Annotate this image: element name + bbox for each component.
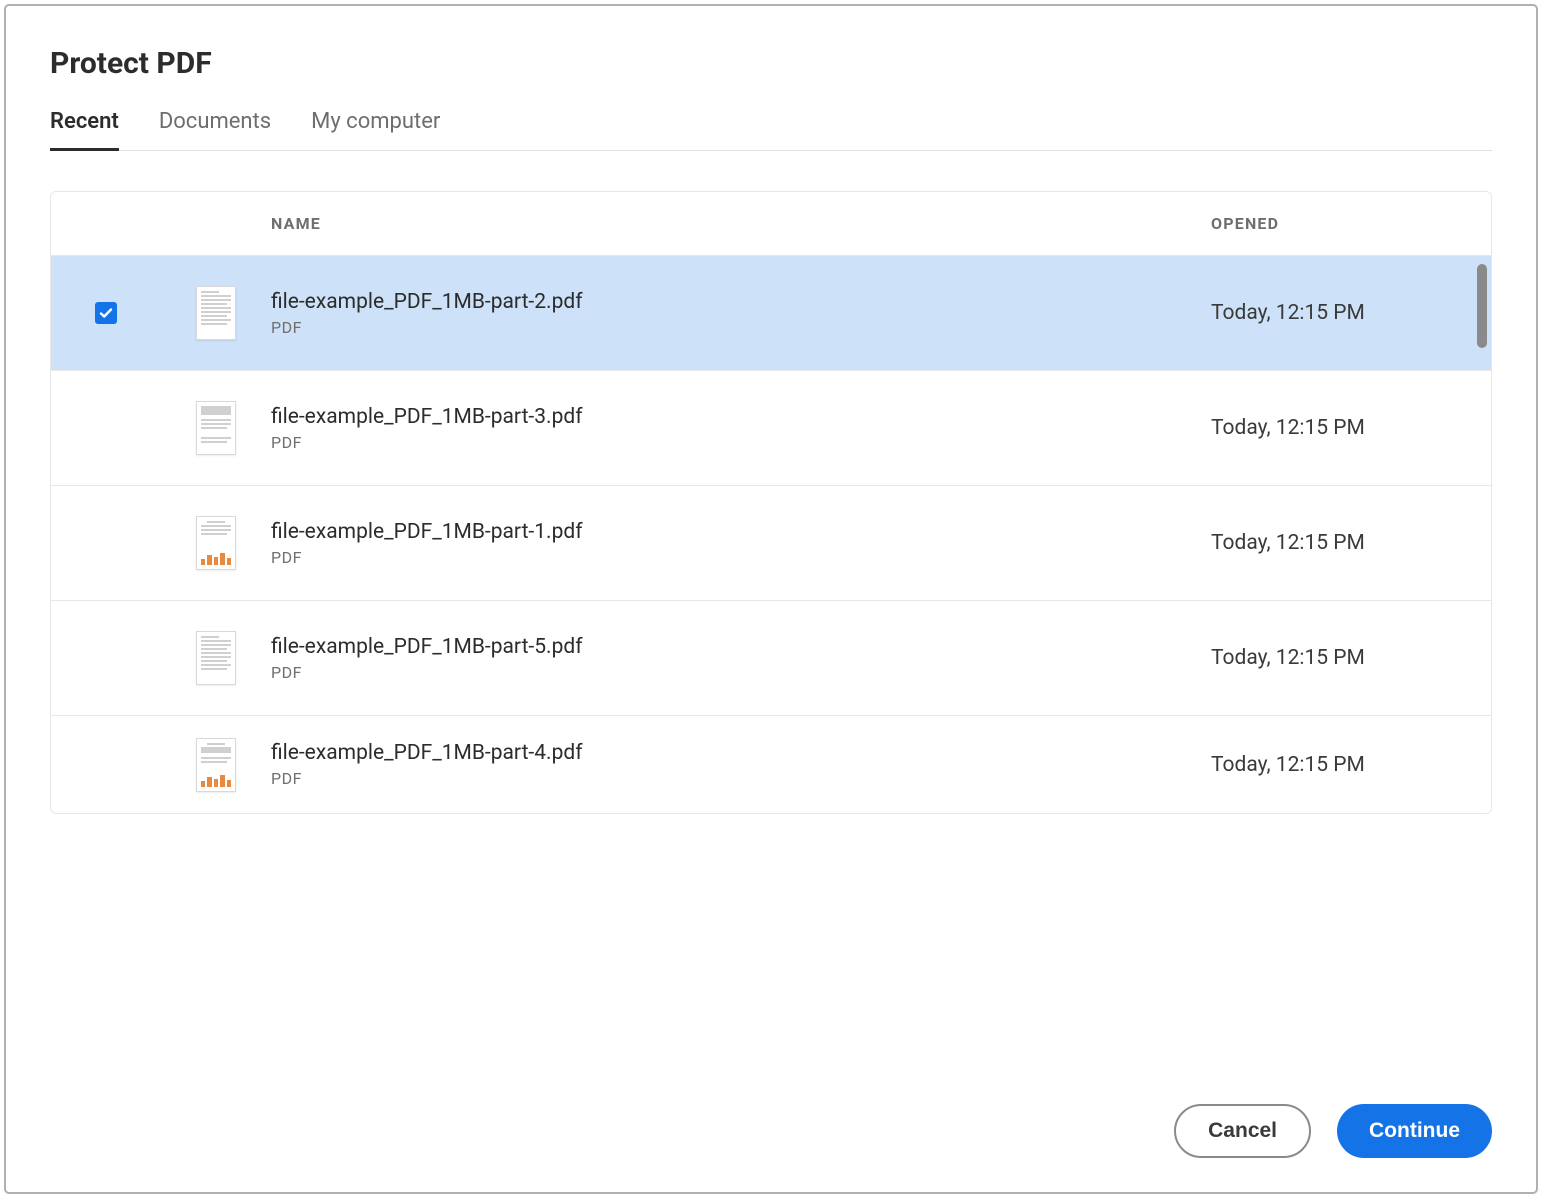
- tab-recent[interactable]: Recent: [50, 109, 119, 151]
- file-row[interactable]: file-example_PDF_1MB-part-3.pdf PDF Toda…: [51, 370, 1491, 485]
- file-row[interactable]: file-example_PDF_1MB-part-5.pdf PDF Toda…: [51, 600, 1491, 715]
- tab-bar: Recent Documents My computer: [50, 109, 1492, 151]
- file-opened: Today, 12:15 PM: [1211, 416, 1491, 440]
- file-name: file-example_PDF_1MB-part-5.pdf: [271, 635, 1211, 659]
- file-thumbnail-icon: [196, 516, 236, 570]
- file-type: PDF: [271, 663, 1211, 682]
- dialog-footer: Cancel Continue: [50, 1074, 1492, 1158]
- file-thumbnail-icon: [196, 738, 236, 792]
- file-row[interactable]: file-example_PDF_1MB-part-4.pdf PDF Toda…: [51, 715, 1491, 813]
- check-icon: [98, 305, 114, 321]
- file-name: file-example_PDF_1MB-part-2.pdf: [271, 290, 1211, 314]
- file-thumbnail-icon: [196, 631, 236, 685]
- opened-column-header: OPENED: [1211, 214, 1279, 233]
- file-table: NAME OPENED file-example_PDF_1MB-part-2.…: [50, 191, 1492, 814]
- table-header: NAME OPENED: [51, 192, 1491, 255]
- file-type: PDF: [271, 433, 1211, 452]
- file-row[interactable]: file-example_PDF_1MB-part-2.pdf PDF Toda…: [51, 255, 1491, 370]
- file-checkbox[interactable]: [95, 302, 117, 324]
- file-opened: Today, 12:15 PM: [1211, 301, 1491, 325]
- file-opened: Today, 12:15 PM: [1211, 753, 1491, 777]
- file-type: PDF: [271, 548, 1211, 567]
- file-thumbnail-icon: [196, 401, 236, 455]
- dialog-title: Protect PDF: [50, 46, 1492, 81]
- file-opened: Today, 12:15 PM: [1211, 646, 1491, 670]
- name-column-header: NAME: [271, 214, 321, 233]
- file-type: PDF: [271, 318, 1211, 337]
- file-thumbnail-icon: [196, 286, 236, 340]
- protect-pdf-dialog: Protect PDF Recent Documents My computer…: [4, 4, 1538, 1194]
- file-name: file-example_PDF_1MB-part-3.pdf: [271, 405, 1211, 429]
- continue-button[interactable]: Continue: [1337, 1104, 1492, 1158]
- file-type: PDF: [271, 769, 1211, 788]
- tab-documents[interactable]: Documents: [159, 109, 271, 151]
- tab-my-computer[interactable]: My computer: [311, 109, 440, 151]
- file-row[interactable]: file-example_PDF_1MB-part-1.pdf PDF Toda…: [51, 485, 1491, 600]
- file-name: file-example_PDF_1MB-part-4.pdf: [271, 741, 1211, 765]
- file-opened: Today, 12:15 PM: [1211, 531, 1491, 555]
- scrollbar-thumb[interactable]: [1477, 264, 1487, 348]
- cancel-button[interactable]: Cancel: [1174, 1104, 1311, 1158]
- file-name: file-example_PDF_1MB-part-1.pdf: [271, 520, 1211, 544]
